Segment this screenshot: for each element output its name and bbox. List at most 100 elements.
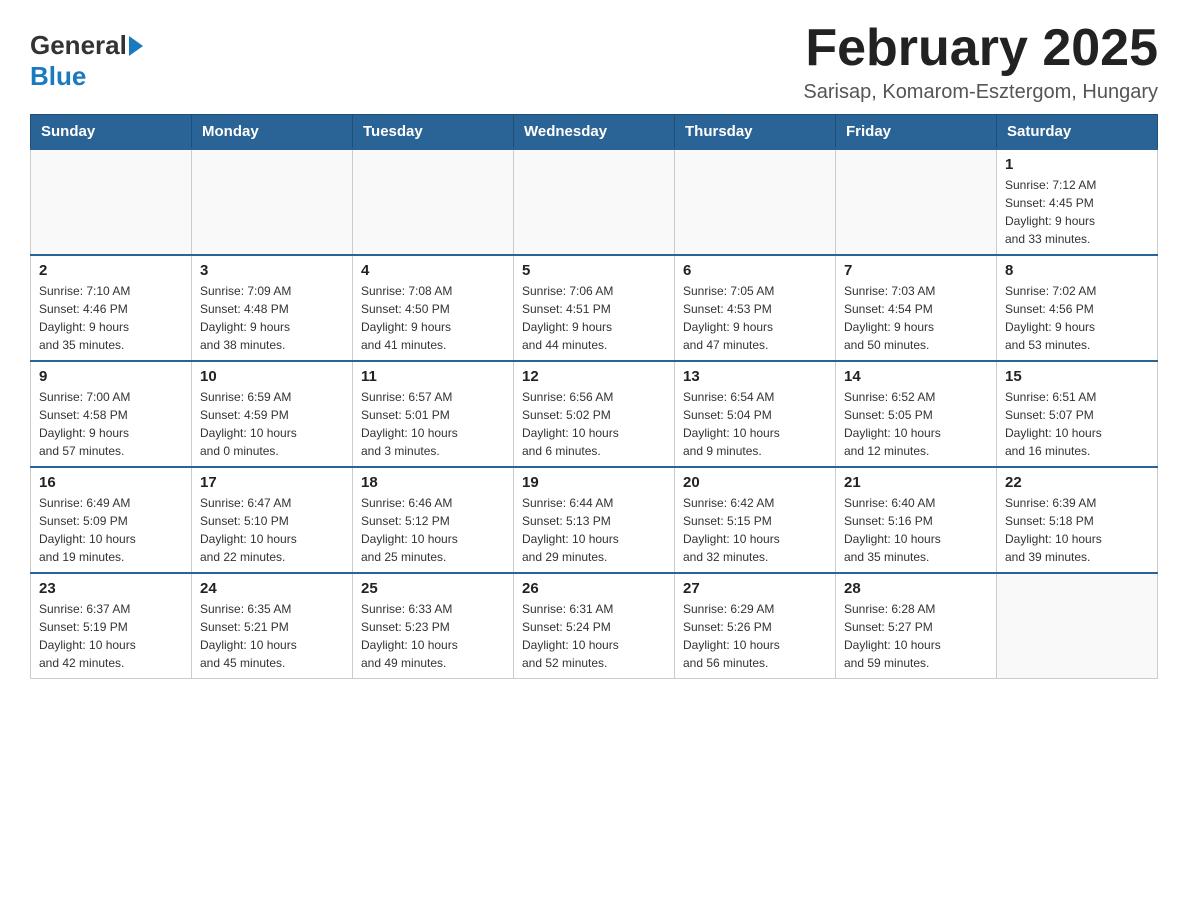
day-number: 1 [1005, 156, 1149, 173]
day-info: Sunrise: 6:57 AM Sunset: 5:01 PM Dayligh… [361, 388, 505, 460]
calendar-day: 6 Sunrise: 7:05 AM Sunset: 4:53 PM Daylig… [675, 255, 836, 361]
day-info: Sunrise: 7:03 AM Sunset: 4:54 PM Dayligh… [844, 282, 988, 354]
day-info: Sunrise: 6:49 AM Sunset: 5:09 PM Dayligh… [39, 494, 183, 566]
calendar-day [836, 149, 997, 255]
day-number: 16 [39, 474, 183, 491]
day-info: Sunrise: 6:35 AM Sunset: 5:21 PM Dayligh… [200, 600, 344, 672]
day-number: 3 [200, 262, 344, 279]
day-number: 28 [844, 580, 988, 597]
day-number: 5 [522, 262, 666, 279]
day-number: 22 [1005, 474, 1149, 491]
day-info: Sunrise: 7:08 AM Sunset: 4:50 PM Dayligh… [361, 282, 505, 354]
calendar-day: 13 Sunrise: 6:54 AM Sunset: 5:04 PM Dayli… [675, 361, 836, 467]
day-number: 13 [683, 368, 827, 385]
day-number: 21 [844, 474, 988, 491]
calendar-week-4: 16 Sunrise: 6:49 AM Sunset: 5:09 PM Dayli… [31, 467, 1158, 573]
day-number: 11 [361, 368, 505, 385]
logo: General Blue [30, 30, 143, 92]
calendar-day: 25 Sunrise: 6:33 AM Sunset: 5:23 PM Dayli… [353, 573, 514, 679]
day-header-tuesday: Tuesday [353, 115, 514, 150]
calendar-week-2: 2 Sunrise: 7:10 AM Sunset: 4:46 PM Daylig… [31, 255, 1158, 361]
day-header-saturday: Saturday [997, 115, 1158, 150]
day-header-friday: Friday [836, 115, 997, 150]
calendar-table: SundayMondayTuesdayWednesdayThursdayFrid… [30, 114, 1158, 679]
calendar-day [997, 573, 1158, 679]
day-info: Sunrise: 7:09 AM Sunset: 4:48 PM Dayligh… [200, 282, 344, 354]
month-title: February 2025 [803, 20, 1158, 77]
calendar-day: 5 Sunrise: 7:06 AM Sunset: 4:51 PM Daylig… [514, 255, 675, 361]
day-number: 26 [522, 580, 666, 597]
calendar-day: 9Sunrise: 7:00 AM Sunset: 4:58 PM Daylig… [31, 361, 192, 467]
day-number: 17 [200, 474, 344, 491]
location-text: Sarisap, Komarom-Esztergom, Hungary [803, 81, 1158, 104]
day-number: 23 [39, 580, 183, 597]
day-info: Sunrise: 6:52 AM Sunset: 5:05 PM Dayligh… [844, 388, 988, 460]
day-info: Sunrise: 6:33 AM Sunset: 5:23 PM Dayligh… [361, 600, 505, 672]
day-info: Sunrise: 7:05 AM Sunset: 4:53 PM Dayligh… [683, 282, 827, 354]
calendar-day: 20 Sunrise: 6:42 AM Sunset: 5:15 PM Dayli… [675, 467, 836, 573]
calendar-day: 10 Sunrise: 6:59 AM Sunset: 4:59 PM Dayli… [192, 361, 353, 467]
day-number: 27 [683, 580, 827, 597]
day-info: Sunrise: 6:37 AM Sunset: 5:19 PM Dayligh… [39, 600, 183, 672]
days-of-week-row: SundayMondayTuesdayWednesdayThursdayFrid… [31, 115, 1158, 150]
calendar-day [514, 149, 675, 255]
day-number: 8 [1005, 262, 1149, 279]
logo-general-text: General [30, 30, 127, 61]
day-info: Sunrise: 6:31 AM Sunset: 5:24 PM Dayligh… [522, 600, 666, 672]
day-header-sunday: Sunday [31, 115, 192, 150]
day-number: 15 [1005, 368, 1149, 385]
day-number: 6 [683, 262, 827, 279]
calendar-header: SundayMondayTuesdayWednesdayThursdayFrid… [31, 115, 1158, 150]
calendar-day: 23 Sunrise: 6:37 AM Sunset: 5:19 PM Dayli… [31, 573, 192, 679]
calendar-day: 8 Sunrise: 7:02 AM Sunset: 4:56 PM Daylig… [997, 255, 1158, 361]
day-number: 24 [200, 580, 344, 597]
day-number: 19 [522, 474, 666, 491]
day-info: Sunrise: 6:59 AM Sunset: 4:59 PM Dayligh… [200, 388, 344, 460]
calendar-day: 18Sunrise: 6:46 AM Sunset: 5:12 PM Dayli… [353, 467, 514, 573]
calendar-day: 7 Sunrise: 7:03 AM Sunset: 4:54 PM Daylig… [836, 255, 997, 361]
day-number: 10 [200, 368, 344, 385]
calendar-day: 21 Sunrise: 6:40 AM Sunset: 5:16 PM Dayli… [836, 467, 997, 573]
page-header: General Blue February 2025 Sarisap, Koma… [30, 20, 1158, 104]
day-info: Sunrise: 6:54 AM Sunset: 5:04 PM Dayligh… [683, 388, 827, 460]
day-info: Sunrise: 6:39 AM Sunset: 5:18 PM Dayligh… [1005, 494, 1149, 566]
day-number: 7 [844, 262, 988, 279]
day-number: 4 [361, 262, 505, 279]
calendar-week-5: 23 Sunrise: 6:37 AM Sunset: 5:19 PM Dayli… [31, 573, 1158, 679]
day-info: Sunrise: 7:00 AM Sunset: 4:58 PM Dayligh… [39, 388, 183, 460]
calendar-body: 1 Sunrise: 7:12 AM Sunset: 4:45 PM Daylig… [31, 149, 1158, 679]
calendar-day: 4 Sunrise: 7:08 AM Sunset: 4:50 PM Daylig… [353, 255, 514, 361]
day-info: Sunrise: 6:42 AM Sunset: 5:15 PM Dayligh… [683, 494, 827, 566]
day-header-monday: Monday [192, 115, 353, 150]
calendar-day: 24 Sunrise: 6:35 AM Sunset: 5:21 PM Dayli… [192, 573, 353, 679]
day-info: Sunrise: 6:56 AM Sunset: 5:02 PM Dayligh… [522, 388, 666, 460]
day-info: Sunrise: 6:46 AM Sunset: 5:12 PM Dayligh… [361, 494, 505, 566]
calendar-day: 28Sunrise: 6:28 AM Sunset: 5:27 PM Dayli… [836, 573, 997, 679]
day-info: Sunrise: 6:40 AM Sunset: 5:16 PM Dayligh… [844, 494, 988, 566]
calendar-day: 14Sunrise: 6:52 AM Sunset: 5:05 PM Dayli… [836, 361, 997, 467]
calendar-day: 22 Sunrise: 6:39 AM Sunset: 5:18 PM Dayli… [997, 467, 1158, 573]
calendar-day: 12Sunrise: 6:56 AM Sunset: 5:02 PM Dayli… [514, 361, 675, 467]
day-header-thursday: Thursday [675, 115, 836, 150]
calendar-week-3: 9Sunrise: 7:00 AM Sunset: 4:58 PM Daylig… [31, 361, 1158, 467]
calendar-day: 27Sunrise: 6:29 AM Sunset: 5:26 PM Dayli… [675, 573, 836, 679]
calendar-day [353, 149, 514, 255]
calendar-day: 1 Sunrise: 7:12 AM Sunset: 4:45 PM Daylig… [997, 149, 1158, 255]
calendar-day: 15 Sunrise: 6:51 AM Sunset: 5:07 PM Dayli… [997, 361, 1158, 467]
day-number: 20 [683, 474, 827, 491]
title-block: February 2025 Sarisap, Komarom-Esztergom… [803, 20, 1158, 104]
day-info: Sunrise: 6:51 AM Sunset: 5:07 PM Dayligh… [1005, 388, 1149, 460]
day-number: 2 [39, 262, 183, 279]
day-info: Sunrise: 6:47 AM Sunset: 5:10 PM Dayligh… [200, 494, 344, 566]
day-number: 25 [361, 580, 505, 597]
day-info: Sunrise: 7:10 AM Sunset: 4:46 PM Dayligh… [39, 282, 183, 354]
calendar-day: 17 Sunrise: 6:47 AM Sunset: 5:10 PM Dayli… [192, 467, 353, 573]
day-info: Sunrise: 7:06 AM Sunset: 4:51 PM Dayligh… [522, 282, 666, 354]
calendar-day [31, 149, 192, 255]
logo-blue-text: Blue [30, 61, 86, 92]
day-info: Sunrise: 7:12 AM Sunset: 4:45 PM Dayligh… [1005, 176, 1149, 248]
day-info: Sunrise: 6:44 AM Sunset: 5:13 PM Dayligh… [522, 494, 666, 566]
day-info: Sunrise: 7:02 AM Sunset: 4:56 PM Dayligh… [1005, 282, 1149, 354]
calendar-day: 26 Sunrise: 6:31 AM Sunset: 5:24 PM Dayli… [514, 573, 675, 679]
logo-arrow-icon [129, 36, 143, 56]
